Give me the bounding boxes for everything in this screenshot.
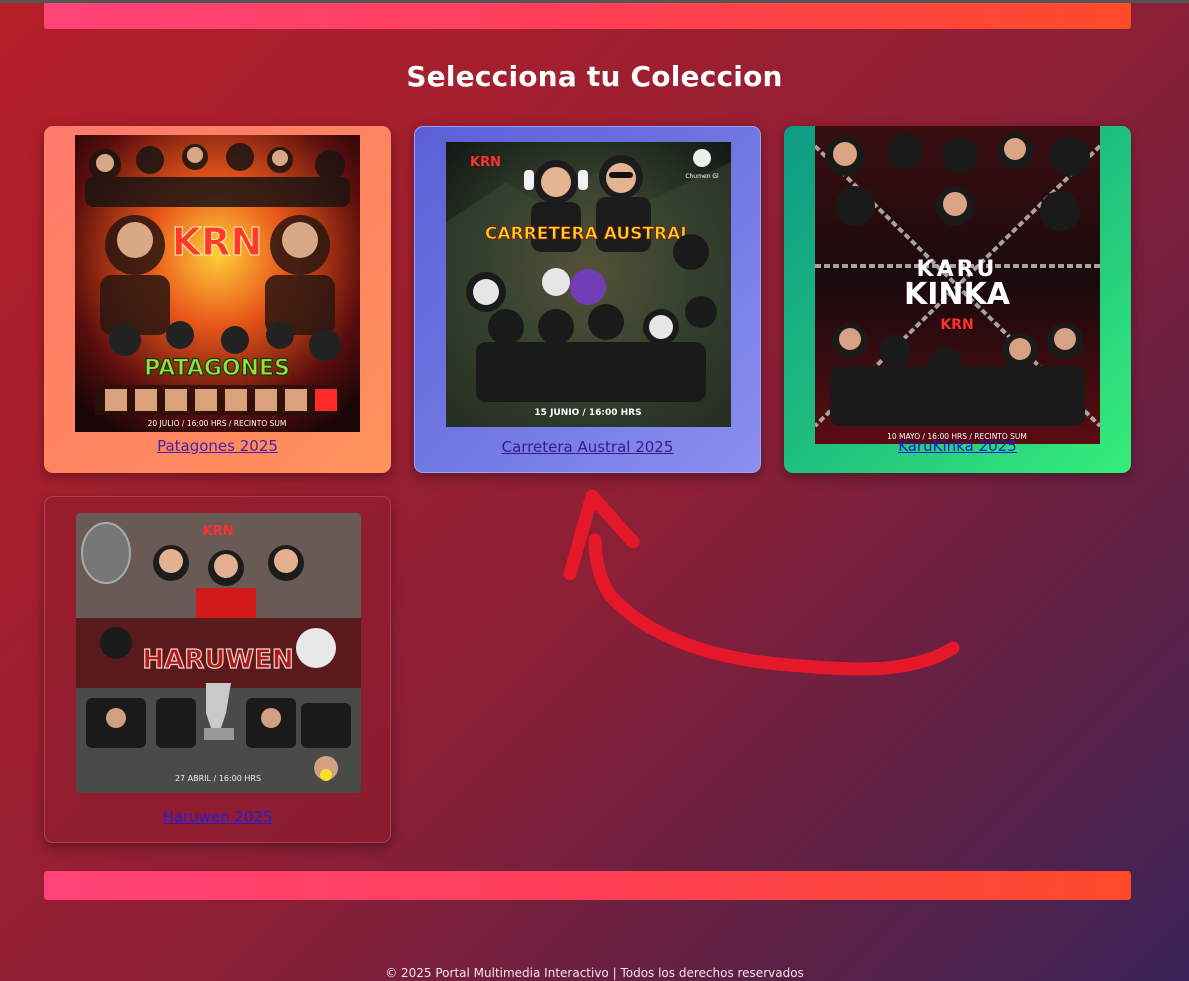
svg-text:KRN: KRN (203, 524, 234, 539)
annotation-arrow-icon (563, 489, 960, 676)
collection-link-carretera-austral[interactable]: Carretera Austral 2025 (415, 438, 760, 456)
svg-text:Chumen Gl: Chumen Gl (685, 173, 719, 180)
svg-text:27 ABRIL / 16:00 HRS: 27 ABRIL / 16:00 HRS (175, 774, 261, 783)
poster-image-carretera-austral[interactable]: KRN Chumen Gl CARRETERA AUSTRAL 15 JUNIO… (446, 142, 731, 427)
collection-link-karukinka[interactable]: KaruKinka 2025 (784, 437, 1131, 455)
svg-text:KRN: KRN (940, 317, 973, 333)
svg-text:KRN: KRN (470, 155, 501, 170)
svg-text:20 JULIO / 16:00 HRS / RECINTO: 20 JULIO / 16:00 HRS / RECINTO SUM (148, 419, 287, 428)
poster-image-patagones[interactable]: KRN PATAGONES 20 JULIO / 16:00 HRS / REC… (75, 135, 360, 432)
collection-card-patagones[interactable]: KRN PATAGONES 20 JULIO / 16:00 HRS / REC… (44, 126, 391, 473)
svg-text:HARUWEN: HARUWEN (142, 645, 293, 675)
footer-copyright: © 2025 Portal Multimedia Interactivo | T… (385, 966, 804, 980)
collection-card-karukinka[interactable]: KARU KINKA KRN 10 MAYO / 16:00 HRS / REC… (784, 126, 1131, 473)
svg-text:CARRETERA AUSTRAL: CARRETERA AUSTRAL (485, 224, 691, 244)
collection-card-carretera-austral[interactable]: KRN Chumen Gl CARRETERA AUSTRAL 15 JUNIO… (414, 126, 761, 473)
header-accent-bar (44, 3, 1131, 29)
collection-card-haruwen[interactable]: KRN HARUWEN 27 ABRIL / 16:00 HRS Haruwen… (44, 496, 391, 843)
collection-link-haruwen[interactable]: Haruwen 2025 (45, 808, 390, 826)
footer-accent-bar (44, 871, 1131, 900)
poster-image-karukinka[interactable]: KARU KINKA KRN 10 MAYO / 16:00 HRS / REC… (815, 126, 1100, 444)
svg-text:KINKA: KINKA (904, 277, 1011, 312)
poster-logo: KRN (172, 220, 263, 264)
collection-link-patagones[interactable]: Patagones 2025 (44, 437, 391, 455)
poster-image-haruwen[interactable]: KRN HARUWEN 27 ABRIL / 16:00 HRS (76, 513, 361, 793)
page-title: Selecciona tu Coleccion (406, 60, 783, 93)
svg-text:PATAGONES: PATAGONES (144, 356, 290, 381)
svg-text:15 JUNIO / 16:00 HRS: 15 JUNIO / 16:00 HRS (534, 408, 641, 418)
